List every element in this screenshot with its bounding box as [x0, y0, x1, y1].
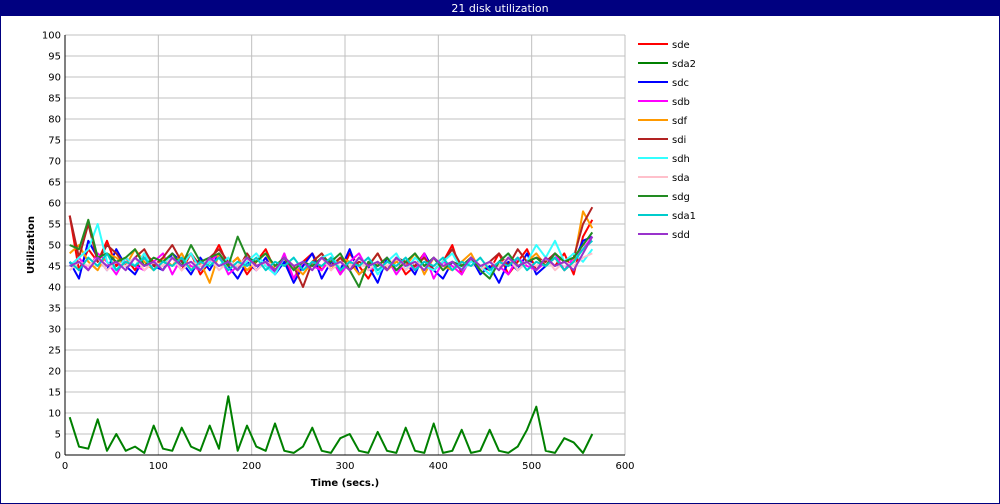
y-tick-label: 25: [48, 346, 61, 357]
y-tick-label: 100: [42, 31, 61, 42]
x-tick-label: 400: [429, 461, 448, 472]
y-tick-label: 65: [48, 178, 61, 189]
x-axis-label: Time (secs.): [311, 478, 380, 489]
legend-label-sdb: sdb: [672, 97, 690, 108]
y-tick-label: 15: [48, 388, 61, 399]
x-tick-label: 300: [335, 461, 354, 472]
utilization-chart: 0 5 10 15 20 25 30 35 40 45 50 55 60 65 70 75 80 85 90 95 10…: [26, 31, 696, 490]
x-tick-label: 600: [615, 461, 634, 472]
y-tick-label: 90: [48, 73, 61, 84]
y-tick-label: 5: [55, 430, 61, 441]
x-tick-label: 0: [62, 461, 68, 472]
x-tick-label: 500: [522, 461, 541, 472]
legend: sde sda2 sdc sdb sdf sdi sdh sda sdg sda1 sdd: [638, 40, 696, 241]
legend-label-sda1: sda1: [672, 211, 696, 222]
y-tick-label: 20: [48, 367, 61, 378]
legend-label-sda2: sda2: [672, 59, 696, 70]
y-tick-label: 95: [48, 52, 61, 63]
y-tick-label: 30: [48, 325, 61, 336]
legend-label-sdg: sdg: [672, 192, 690, 203]
legend-label-sdh: sdh: [672, 154, 690, 165]
y-tick-label: 0: [55, 451, 61, 462]
y-tick-label: 50: [48, 241, 61, 252]
legend-label-sdf: sdf: [672, 116, 688, 127]
y-tick-label: 70: [48, 157, 61, 168]
y-tick-label: 80: [48, 115, 61, 126]
y-tick-label: 35: [48, 304, 61, 315]
grid: [64, 34, 626, 456]
x-tick-label: 200: [242, 461, 261, 472]
y-axis-label: Utilization: [26, 216, 37, 274]
y-tick-label: 40: [48, 283, 61, 294]
y-tick-label: 60: [48, 199, 61, 210]
y-tick-label: 45: [48, 262, 61, 273]
legend-label-sde: sde: [672, 40, 690, 51]
legend-label-sdd: sdd: [672, 230, 690, 241]
legend-label-sdi: sdi: [672, 135, 686, 146]
y-tick-label: 55: [48, 220, 61, 231]
y-tick-label: 75: [48, 136, 61, 147]
y-tick-label: 10: [48, 409, 61, 420]
x-tick-label: 100: [149, 461, 168, 472]
y-tick-label: 85: [48, 94, 61, 105]
legend-label-sdc: sdc: [672, 78, 689, 89]
legend-label-sda: sda: [672, 173, 690, 184]
